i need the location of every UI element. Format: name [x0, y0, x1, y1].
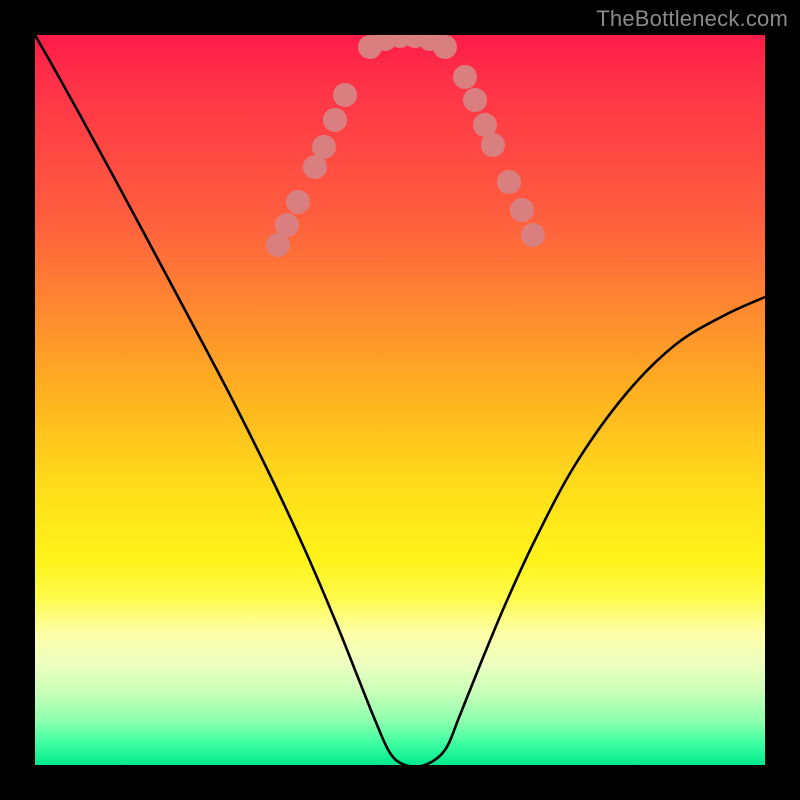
highlight-dot: [463, 88, 487, 112]
chart-plot-area: [35, 35, 765, 765]
highlight-dot: [481, 133, 505, 157]
chart-svg: [35, 35, 765, 765]
highlight-dot: [275, 213, 299, 237]
highlight-dot: [497, 170, 521, 194]
highlight-dot: [333, 83, 357, 107]
watermark-text: TheBottleneck.com: [596, 6, 788, 32]
highlight-dot: [323, 108, 347, 132]
highlight-dot: [510, 198, 534, 222]
highlight-dot: [433, 35, 457, 59]
highlight-dots-group: [266, 35, 545, 257]
highlight-dot: [521, 223, 545, 247]
highlight-dot: [286, 190, 310, 214]
highlight-dot: [312, 135, 336, 159]
bottleneck-curve-path: [35, 35, 765, 765]
chart-frame: TheBottleneck.com: [0, 0, 800, 800]
highlight-dot: [453, 65, 477, 89]
